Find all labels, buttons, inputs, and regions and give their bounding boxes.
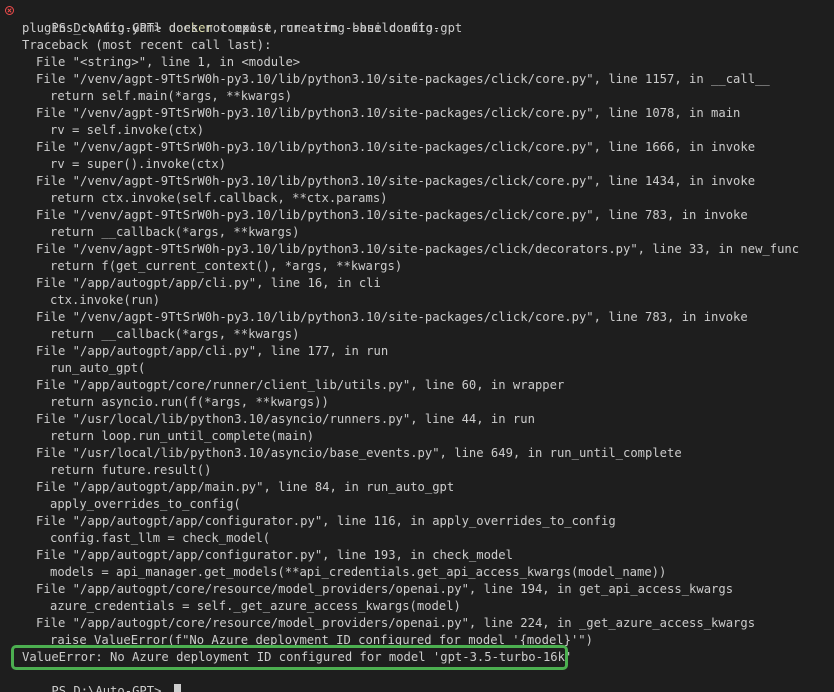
output-line: File "/app/autogpt/core/runner/client_li…	[36, 378, 565, 392]
output-line: File "/usr/local/lib/python3.10/asyncio/…	[36, 446, 682, 460]
output-line: File "/venv/agpt-9TtSrW0h-py3.10/lib/pyt…	[36, 174, 756, 188]
output-line: File "/app/autogpt/core/resource/model_p…	[36, 582, 734, 596]
terminal[interactable]: PS D:\Auto-GPT> docker compose run --rm …	[0, 0, 834, 692]
output-line: File "/app/autogpt/app/configurator.py",…	[36, 514, 616, 528]
output-line: return loop.run_until_complete(main)	[50, 429, 315, 443]
output-line: Traceback (most recent call last):	[22, 38, 272, 52]
command-prompt-line: PS D:\Auto-GPT> docker compose run --rm …	[0, 3, 834, 35]
output-line: File "/venv/agpt-9TtSrW0h-py3.10/lib/pyt…	[36, 242, 800, 256]
output-line: File "/venv/agpt-9TtSrW0h-py3.10/lib/pyt…	[36, 140, 756, 154]
output-line: File "<string>", line 1, in <module>	[36, 55, 301, 69]
output-line: ctx.invoke(run)	[50, 293, 161, 307]
output-line: return asyncio.run(f(*args, **kwargs))	[50, 395, 329, 409]
output-line: rv = super().invoke(ctx)	[50, 157, 227, 171]
output-line: return __callback(*args, **kwargs)	[50, 327, 300, 341]
output-line: apply_overrides_to_config(	[50, 497, 241, 511]
output-line: raise ValueError(f"No Azure deployment I…	[50, 633, 593, 647]
output-line: return future.result()	[50, 463, 212, 477]
output-line: File "/venv/agpt-9TtSrW0h-py3.10/lib/pyt…	[36, 310, 748, 324]
output-line: return __callback(*args, **kwargs)	[50, 225, 300, 239]
output-line: File "/venv/agpt-9TtSrW0h-py3.10/lib/pyt…	[36, 208, 748, 222]
output-line: models = api_manager.get_models(**api_cr…	[50, 565, 667, 579]
output-line: return ctx.invoke(self.callback, **ctx.p…	[50, 191, 388, 205]
prompt-text: PS D:\Auto-GPT>	[51, 684, 169, 692]
output-line: File "/app/autogpt/core/resource/model_p…	[36, 616, 756, 630]
terminal-output: plugins_config.yaml does not exist, crea…	[0, 20, 834, 666]
output-line: File "/venv/agpt-9TtSrW0h-py3.10/lib/pyt…	[36, 106, 741, 120]
output-line: File "/venv/agpt-9TtSrW0h-py3.10/lib/pyt…	[36, 72, 770, 86]
error-status-icon[interactable]	[5, 6, 14, 15]
error-message-line: ValueError: No Azure deployment ID confi…	[22, 650, 573, 664]
output-line: File "/app/autogpt/app/cli.py", line 16,…	[36, 276, 381, 290]
output-line: File "/usr/local/lib/python3.10/asyncio/…	[36, 412, 535, 426]
output-line: File "/app/autogpt/app/main.py", line 84…	[36, 480, 455, 494]
output-line: return f(get_current_context(), *args, *…	[50, 259, 403, 273]
output-line: config.fast_llm = check_model(	[50, 531, 271, 545]
output-line: rv = self.invoke(ctx)	[50, 123, 205, 137]
output-line: File "/app/autogpt/app/cli.py", line 177…	[36, 344, 389, 358]
output-line: azure_credentials = self._get_azure_acce…	[50, 599, 461, 613]
output-line: run_auto_gpt(	[50, 361, 146, 375]
output-line: File "/app/autogpt/app/configurator.py",…	[36, 548, 513, 562]
final-prompt-line[interactable]: PS D:\Auto-GPT>	[0, 666, 834, 692]
text-cursor	[173, 684, 181, 692]
output-line: return self.main(*args, **kwargs)	[50, 89, 293, 103]
output-line: plugins_config.yaml does not exist, crea…	[22, 21, 441, 35]
